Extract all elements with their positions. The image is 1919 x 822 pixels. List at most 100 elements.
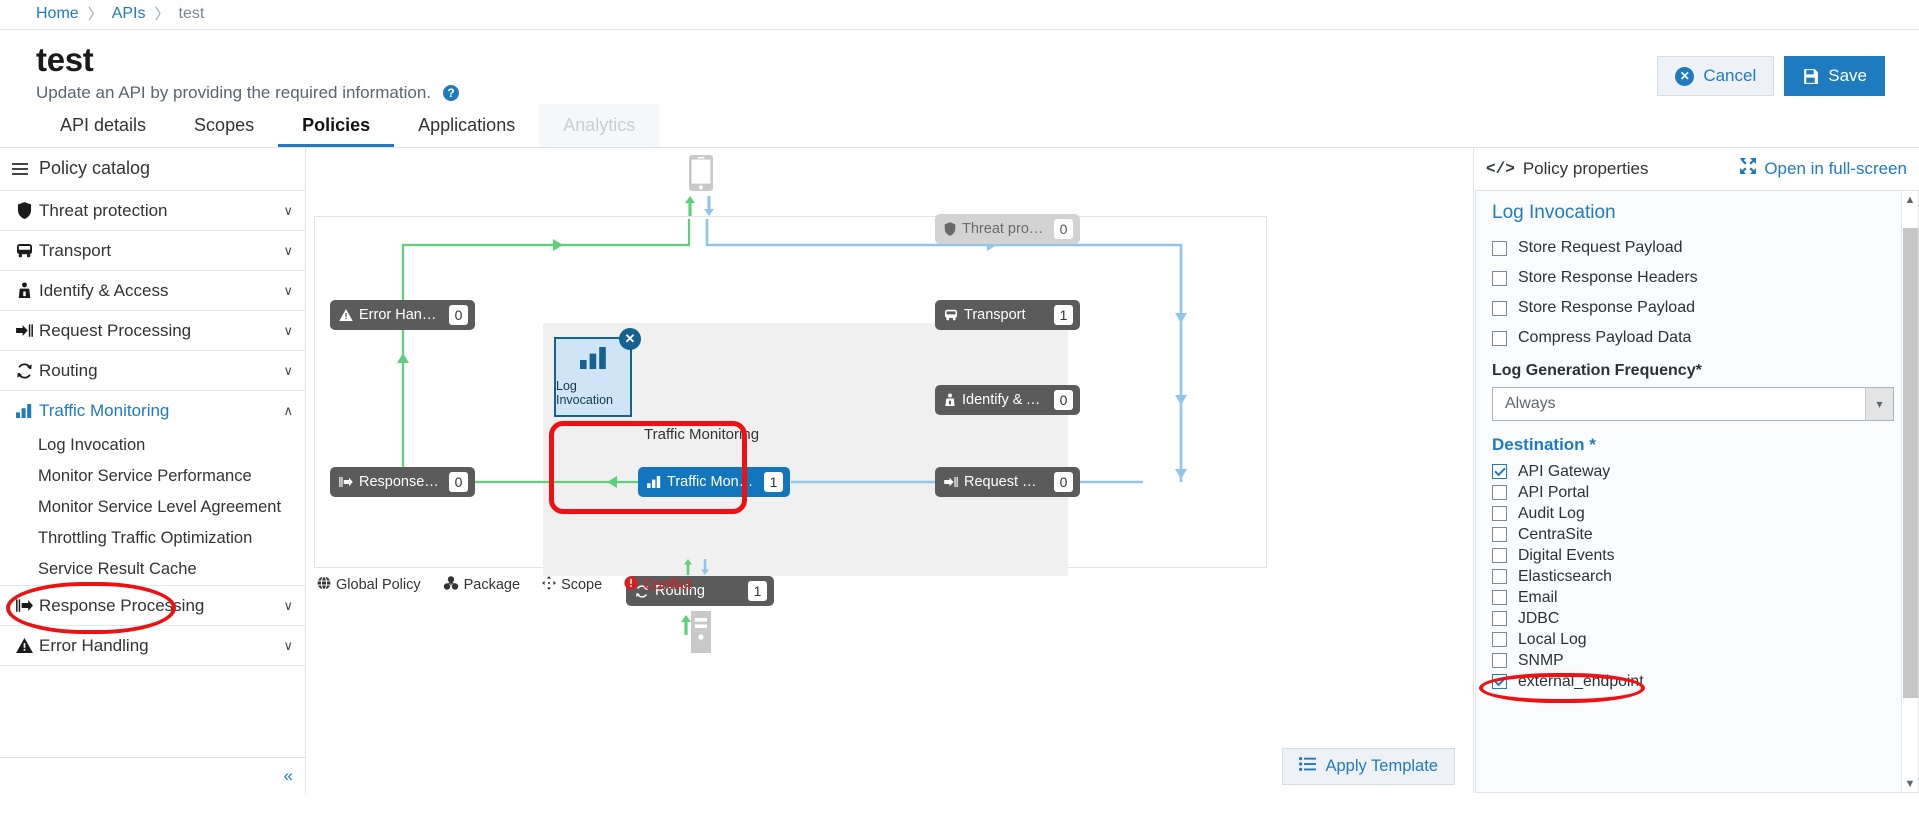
- sidebar-label-error-handling: Error Handling: [39, 635, 149, 655]
- close-icon[interactable]: ✕: [619, 328, 641, 350]
- tab-policies[interactable]: Policies: [278, 104, 395, 147]
- sidebar-item-traffic-monitoring[interactable]: Traffic Monitoring ∧: [0, 391, 305, 430]
- node-traffic-monitoring[interactable]: Traffic Monitoring 1: [638, 467, 790, 497]
- checkbox-label: SNMP: [1518, 651, 1564, 669]
- arrow-down-blue-icon: [704, 196, 714, 216]
- breadcrumb-home[interactable]: Home: [36, 5, 79, 23]
- policy-catalog-panel: Policy catalog Threat protection ∨ Trans…: [0, 148, 306, 793]
- tab-api-details[interactable]: API details: [36, 104, 170, 147]
- node-label: Transport: [964, 307, 1026, 323]
- chevron-down-icon[interactable]: ∨: [283, 598, 293, 614]
- chevron-down-icon[interactable]: ▾: [1865, 388, 1893, 420]
- sidebar-item-transport[interactable]: Transport ∨: [0, 231, 305, 270]
- checkbox-local-log[interactable]: Local Log: [1492, 629, 1902, 650]
- sidebar-subitem-service-result-cache[interactable]: Service Result Cache: [0, 554, 305, 585]
- sidebar-item-request-processing[interactable]: Request Processing ∨: [0, 311, 305, 350]
- node-threat-protection[interactable]: Threat protection 0: [935, 214, 1080, 244]
- checkbox-store-request-payload[interactable]: Store Request Payload: [1492, 233, 1902, 263]
- shield-icon: [944, 222, 956, 236]
- checkbox-label: Audit Log: [1518, 504, 1585, 522]
- chevron-up-icon[interactable]: ∧: [283, 403, 293, 419]
- sidebar-item-threat-protection[interactable]: Threat protection ∨: [0, 191, 305, 230]
- chevron-down-icon[interactable]: ∨: [283, 638, 293, 654]
- sidebar-subitem-throttling-traffic-optimization[interactable]: Throttling Traffic Optimization: [0, 523, 305, 554]
- select-value: Always: [1505, 395, 1556, 412]
- arrow-out-icon: [13, 598, 35, 613]
- scrollbar-thumb[interactable]: [1902, 228, 1918, 698]
- tab-applications[interactable]: Applications: [394, 104, 539, 147]
- menu-icon[interactable]: [12, 162, 28, 175]
- collapse-sidebar-icon[interactable]: «: [284, 766, 294, 786]
- tab-scopes[interactable]: Scopes: [170, 104, 278, 147]
- checkbox-label: Elasticsearch: [1518, 567, 1612, 585]
- legend-label: Scope: [561, 577, 603, 593]
- chevron-down-icon[interactable]: ∨: [283, 363, 293, 379]
- policy-catalog-footer: «: [0, 757, 305, 793]
- node-label: Threat protection: [962, 221, 1045, 237]
- sidebar-subitem-monitor-service-performance[interactable]: Monitor Service Performance: [0, 461, 305, 492]
- node-identify-access[interactable]: Identify & Access 0: [935, 385, 1080, 415]
- page-header: test Update an API by providing the requ…: [0, 30, 1919, 104]
- breadcrumb-apis[interactable]: APIs: [112, 5, 146, 23]
- sidebar-subitem-monitor-service-level-agreement[interactable]: Monitor Service Level Agreement: [0, 492, 305, 523]
- checkbox-store-response-payload[interactable]: Store Response Payload: [1492, 293, 1902, 323]
- checkbox-elasticsearch[interactable]: Elasticsearch: [1492, 566, 1902, 587]
- checkbox-api-portal[interactable]: API Portal: [1492, 482, 1902, 503]
- scroll-up-icon[interactable]: ▲: [1905, 191, 1916, 208]
- checkbox-icon: [1492, 485, 1507, 500]
- policy-card-log-invocation[interactable]: Log Invocation ✕: [554, 328, 641, 417]
- save-button[interactable]: Save: [1784, 56, 1885, 96]
- catalog-group-transport: Transport ∨: [0, 231, 305, 271]
- cancel-button[interactable]: ✕ Cancel: [1657, 56, 1775, 96]
- sidebar-label-response-processing: Response Processing: [39, 595, 205, 615]
- tab-bar: API details Scopes Policies Applications…: [0, 104, 1919, 148]
- help-icon[interactable]: ?: [443, 85, 460, 101]
- log-generation-frequency-select[interactable]: Always ▾: [1492, 387, 1894, 421]
- sidebar-item-error-handling[interactable]: Error Handling ∨: [0, 626, 305, 665]
- sidebar-subitem-log-invocation[interactable]: Log Invocation: [0, 430, 305, 461]
- checkbox-icon: [1492, 300, 1507, 316]
- conflict-icon: [624, 576, 638, 594]
- checkbox-audit-log[interactable]: Audit Log: [1492, 503, 1902, 524]
- chevron-down-icon[interactable]: ∨: [283, 283, 293, 299]
- checkbox-snmp[interactable]: SNMP: [1492, 650, 1902, 671]
- chevron-down-icon[interactable]: ∨: [283, 243, 293, 259]
- sidebar-item-identify-access[interactable]: Identify & Access ∨: [0, 271, 305, 310]
- checkbox-email[interactable]: Email: [1492, 587, 1902, 608]
- checkbox-store-response-headers[interactable]: Store Response Headers: [1492, 263, 1902, 293]
- open-fullscreen-button[interactable]: Open in full-screen: [1740, 158, 1907, 179]
- checkbox-external-endpoint[interactable]: external_endpoint: [1492, 671, 1902, 692]
- checkbox-label: CentraSite: [1518, 525, 1593, 543]
- checkbox-api-gateway[interactable]: API Gateway: [1492, 461, 1902, 482]
- checkbox-compress-payload-data[interactable]: Compress Payload Data: [1492, 323, 1902, 353]
- checkbox-label: Local Log: [1518, 630, 1587, 648]
- checkbox-digital-events[interactable]: Digital Events: [1492, 545, 1902, 566]
- legend-label: Package: [463, 577, 521, 593]
- arrow-up-green-icon: [685, 196, 695, 216]
- package-icon: [443, 576, 459, 594]
- scroll-down-icon[interactable]: ▼: [1905, 775, 1916, 792]
- node-request-processing[interactable]: Request Processi... 0: [935, 467, 1080, 497]
- routing-inbound-arrows: [683, 559, 710, 575]
- sidebar-item-response-processing[interactable]: Response Processing ∨: [0, 586, 305, 625]
- checkbox-jdbc[interactable]: JDBC: [1492, 608, 1902, 629]
- node-response-processing[interactable]: Response Proces... 0: [330, 467, 475, 497]
- properties-scrollbar[interactable]: ▲ ▼: [1901, 191, 1918, 792]
- chevron-down-icon[interactable]: ∨: [283, 203, 293, 219]
- apply-template-button[interactable]: Apply Template: [1282, 748, 1455, 785]
- chevron-down-icon[interactable]: ∨: [283, 323, 293, 339]
- scope-icon: [542, 576, 557, 594]
- lock-person-icon: [13, 282, 35, 299]
- policy-properties-body: Log Invocation Store Request Payload Sto…: [1475, 190, 1919, 793]
- client-flow-arrows: [684, 196, 715, 216]
- node-error-handling[interactable]: Error Handling 0: [330, 300, 475, 330]
- apply-template-label: Apply Template: [1325, 757, 1438, 775]
- bar-chart-icon: [647, 476, 661, 488]
- legend-conflict: Conflict: [624, 576, 692, 594]
- node-transport[interactable]: Transport 1: [935, 300, 1080, 330]
- checkbox-centrasite[interactable]: CentraSite: [1492, 524, 1902, 545]
- scrollbar-track[interactable]: [1902, 208, 1918, 775]
- fullscreen-icon: [1740, 158, 1757, 179]
- sidebar-item-routing[interactable]: Routing ∨: [0, 351, 305, 390]
- floppy-disk-icon: [1802, 68, 1819, 85]
